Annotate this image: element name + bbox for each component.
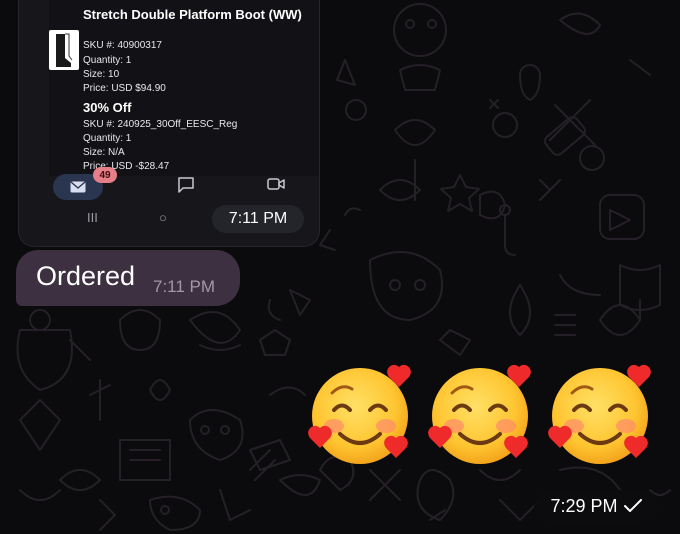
smiling-face-with-hearts-icon [428,364,531,464]
product-name: Stretch Double Platform Boot (WW) [83,7,302,22]
boot-thumbnail [49,30,79,70]
product-sku: SKU #: 40900317 [83,40,162,51]
product-price: Price: USD $94.90 [83,83,166,94]
screenshot-timestamp: 7:11 PM [212,205,304,233]
recents-icon: III [87,210,98,225]
chat-icon [178,177,194,193]
smiling-face-with-hearts-icon [308,364,411,464]
incoming-message-bubble[interactable]: Ordered 7:11 PM [16,250,240,306]
single-check-icon [623,499,642,512]
phone-bottom-nav: 49 [31,167,303,204]
emoji-message-timestamp: 7:29 PM [534,490,658,522]
discount-sku: SKU #: 240925_30Off_EESC_Reg [83,119,238,130]
discount-quantity: Quantity: 1 [83,133,132,144]
discount-size: Size: N/A [83,147,125,158]
product-size: Size: 10 [83,69,120,80]
boot-icon [56,33,73,67]
home-icon: ○ [159,210,167,225]
mail-icon [70,181,86,193]
emoji-message-time: 7:29 PM [550,495,618,516]
unread-badge: 49 [93,167,117,183]
product-quantity: Quantity: 1 [83,55,132,66]
message-timestamp: 7:11 PM [153,277,216,296]
video-icon [267,178,285,190]
message-text: Ordered [36,261,136,291]
smiling-face-with-hearts-icon [548,364,651,464]
discount-name: 30% Off [83,100,132,115]
